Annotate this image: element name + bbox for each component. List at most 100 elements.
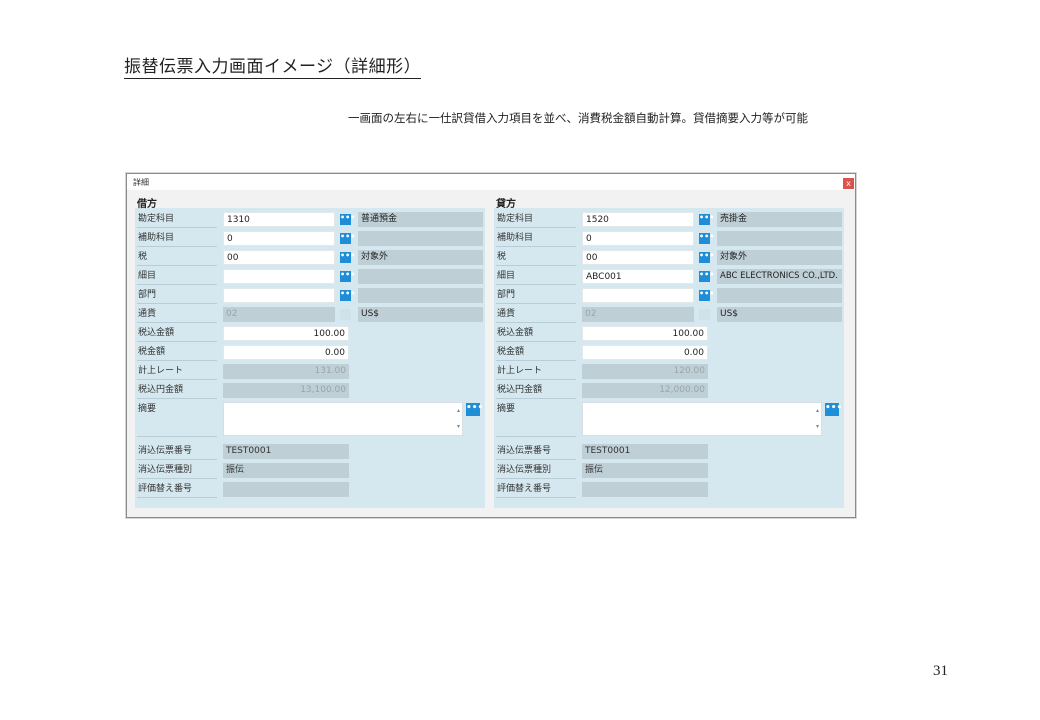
debit-reversal-type-row: 消込伝票種別 振伝 <box>135 462 485 479</box>
credit-currency-lookup-button <box>699 309 710 320</box>
subaccount-label: 補助科目 <box>496 230 576 247</box>
dialog-titlebar: 詳細 x <box>127 174 855 190</box>
debit-amount-row: 税込金額 100.00 <box>135 325 485 342</box>
debit-tax-lookup-button[interactable]: ••• <box>340 252 355 263</box>
credit-amount-input[interactable]: 100.00 <box>582 326 708 341</box>
debit-heading: 借方 <box>137 199 157 210</box>
credit-subaccount-code-input[interactable]: 0 <box>582 231 694 246</box>
debit-tax-code-input[interactable]: 00 <box>223 250 335 265</box>
credit-detail-lookup-button[interactable]: ••• <box>699 271 714 282</box>
debit-tax-name: 対象外 <box>358 250 483 265</box>
debit-taxamount-input[interactable]: 0.00 <box>223 345 349 360</box>
dialog-title: 詳細 <box>133 178 149 187</box>
debit-memo-lookup-button[interactable]: ••• <box>466 403 483 416</box>
credit-department-code-input[interactable] <box>582 288 694 303</box>
credit-detail-name: ABC ELECTRONICS CO.,LTD. <box>717 269 842 284</box>
tax-label: 税 <box>496 249 576 266</box>
credit-tax-lookup-button[interactable]: ••• <box>699 252 714 263</box>
debit-subaccount-lookup-button[interactable]: ••• <box>340 233 355 244</box>
debit-yen-row: 税込円金額 13,100.00 <box>135 382 485 399</box>
scroll-arrows-icon[interactable]: ▴ ▾ <box>814 403 821 435</box>
credit-amount-row: 税込金額 100.00 <box>494 325 844 342</box>
revaluation-label: 評価替え番号 <box>496 481 576 498</box>
credit-reversal-type-row: 消込伝票種別 振伝 <box>494 462 844 479</box>
debit-reversal-no-row: 消込伝票番号 TEST0001 <box>135 443 485 460</box>
credit-department-lookup-button[interactable]: ••• <box>699 290 714 301</box>
credit-subaccount-name <box>717 231 842 246</box>
credit-currency-name: US$ <box>717 307 842 322</box>
reversal-type-label: 消込伝票種別 <box>137 462 217 479</box>
debit-department-code-input[interactable] <box>223 288 335 303</box>
credit-taxamount-input[interactable]: 0.00 <box>582 345 708 360</box>
debit-currency-row: 通貨 02 US$ <box>135 306 485 323</box>
page-number: 31 <box>933 663 948 679</box>
debit-detail-lookup-button[interactable]: ••• <box>340 271 355 282</box>
debit-department-lookup-button[interactable]: ••• <box>340 290 355 301</box>
credit-account-lookup-button[interactable]: ••• <box>699 214 714 225</box>
debit-taxamount-row: 税金額 0.00 <box>135 344 485 361</box>
amount-label: 税込金額 <box>137 325 217 342</box>
credit-reversal-no: TEST0001 <box>582 444 708 459</box>
credit-rate-row: 計上レート 120.00 <box>494 363 844 380</box>
credit-taxamount-row: 税金額 0.00 <box>494 344 844 361</box>
debit-account-name: 普通預金 <box>358 212 483 227</box>
amount-label: 税込金額 <box>496 325 576 342</box>
account-label: 勘定科目 <box>496 211 576 228</box>
yen-label: 税込円金額 <box>496 382 576 399</box>
credit-yen-row: 税込円金額 12,000.00 <box>494 382 844 399</box>
debit-subaccount-name <box>358 231 483 246</box>
credit-detail-row: 細目 ABC001 ••• ABC ELECTRONICS CO.,LTD. <box>494 268 844 285</box>
reversal-no-label: 消込伝票番号 <box>137 443 217 460</box>
subaccount-label: 補助科目 <box>137 230 217 247</box>
debit-subaccount-code-input[interactable]: 0 <box>223 231 335 246</box>
debit-rate-row: 計上レート 131.00 <box>135 363 485 380</box>
department-label: 部門 <box>137 287 217 304</box>
credit-heading: 貸方 <box>496 199 516 210</box>
debit-department-name <box>358 288 483 303</box>
debit-currency-code: 02 <box>223 307 335 322</box>
credit-memo-row: 摘要 ▴ ▾ ••• <box>494 401 844 439</box>
revaluation-label: 評価替え番号 <box>137 481 217 498</box>
debit-currency-lookup-button <box>340 309 351 320</box>
memo-label: 摘要 <box>496 401 576 437</box>
credit-department-name <box>717 288 842 303</box>
debit-detail-name <box>358 269 483 284</box>
reversal-type-label: 消込伝票種別 <box>496 462 576 479</box>
credit-memo-input[interactable]: ▴ ▾ <box>582 402 822 436</box>
reversal-no-label: 消込伝票番号 <box>496 443 576 460</box>
credit-account-code-input[interactable]: 1520 <box>582 212 694 227</box>
credit-tax-code-input[interactable]: 00 <box>582 250 694 265</box>
credit-reversal-no-row: 消込伝票番号 TEST0001 <box>494 443 844 460</box>
debit-rate: 131.00 <box>223 364 349 379</box>
credit-panel: 貸方 勘定科目 1520 ••• 売掛金 補助科目 0 ••• 税 00 •••… <box>494 199 844 508</box>
credit-subaccount-row: 補助科目 0 ••• <box>494 230 844 247</box>
rate-label: 計上レート <box>496 363 576 380</box>
account-label: 勘定科目 <box>137 211 217 228</box>
credit-yen-amount: 12,000.00 <box>582 383 708 398</box>
credit-account-row: 勘定科目 1520 ••• 売掛金 <box>494 211 844 228</box>
credit-rate: 120.00 <box>582 364 708 379</box>
scroll-arrows-icon[interactable]: ▴ ▾ <box>455 403 462 435</box>
debit-tax-row: 税 00 ••• 対象外 <box>135 249 485 266</box>
debit-reversal-type: 振伝 <box>223 463 349 478</box>
credit-account-name: 売掛金 <box>717 212 842 227</box>
debit-memo-input[interactable]: ▴ ▾ <box>223 402 463 436</box>
credit-reversal-type: 振伝 <box>582 463 708 478</box>
rate-label: 計上レート <box>137 363 217 380</box>
credit-detail-code-input[interactable]: ABC001 <box>582 269 694 284</box>
debit-revaluation-no <box>223 482 349 497</box>
credit-tax-name: 対象外 <box>717 250 842 265</box>
detail-label: 細目 <box>496 268 576 285</box>
debit-yen-amount: 13,100.00 <box>223 383 349 398</box>
debit-amount-input[interactable]: 100.00 <box>223 326 349 341</box>
debit-detail-code-input[interactable] <box>223 269 335 284</box>
yen-label: 税込円金額 <box>137 382 217 399</box>
credit-subaccount-lookup-button[interactable]: ••• <box>699 233 714 244</box>
debit-account-lookup-button[interactable]: ••• <box>340 214 355 225</box>
close-button[interactable]: x <box>843 178 854 189</box>
taxamount-label: 税金額 <box>137 344 217 361</box>
debit-account-code-input[interactable]: 1310 <box>223 212 335 227</box>
memo-label: 摘要 <box>137 401 217 437</box>
credit-memo-lookup-button[interactable]: ••• <box>825 403 842 416</box>
debit-detail-row: 細目 ••• <box>135 268 485 285</box>
